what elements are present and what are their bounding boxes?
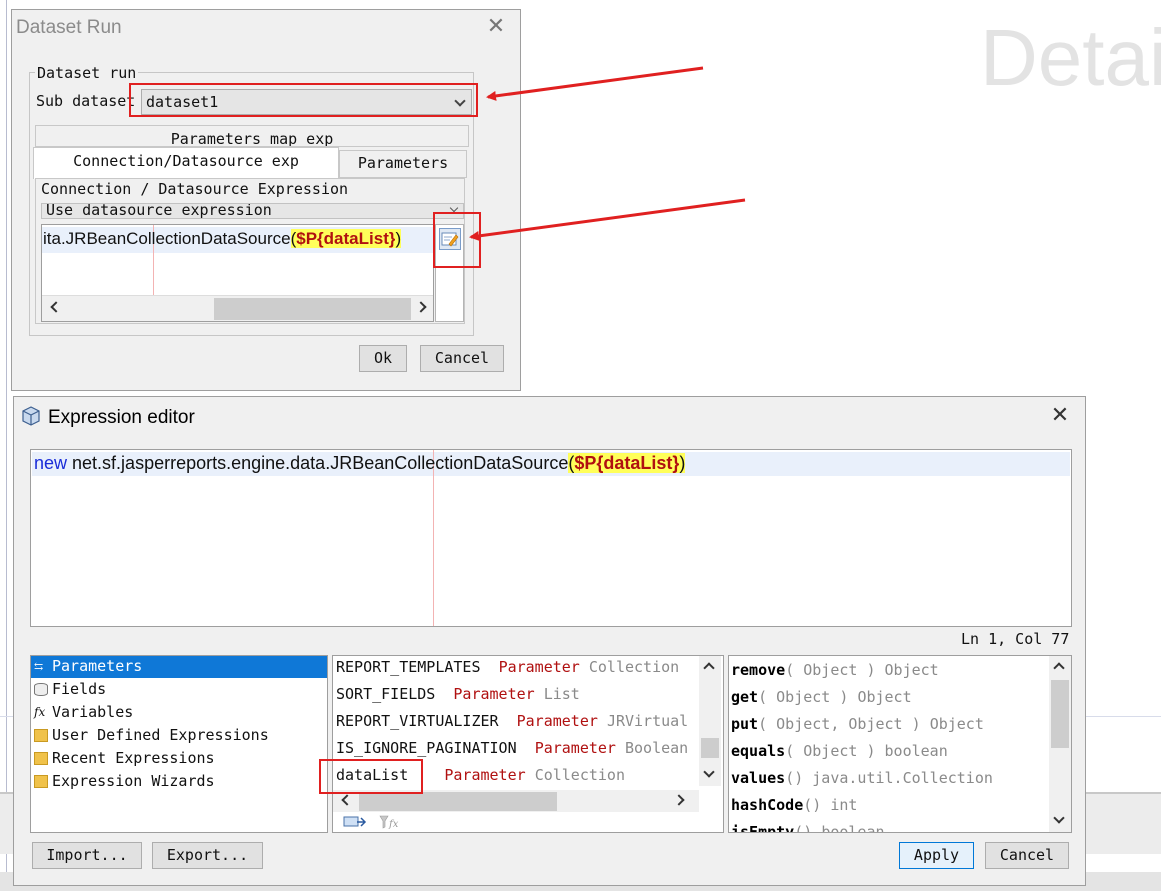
annotation-arrow-expression-button — [469, 198, 746, 241]
annotation-arrows — [469, 66, 746, 241]
annotation-arrow-sub-dataset — [486, 66, 704, 101]
